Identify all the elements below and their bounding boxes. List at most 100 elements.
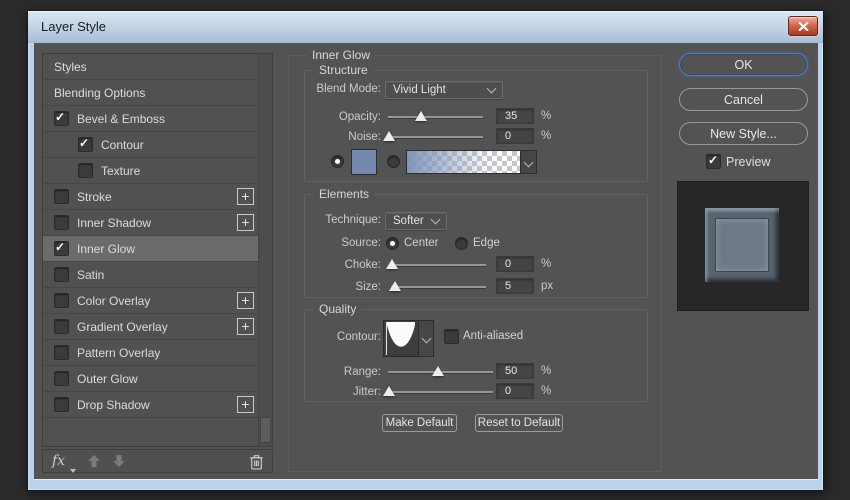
contour-label: Contour: bbox=[305, 331, 381, 343]
add-effect-button[interactable]: + bbox=[237, 214, 254, 231]
blend-mode-select[interactable]: Vivid Light bbox=[385, 81, 503, 99]
opacity-slider[interactable] bbox=[388, 116, 483, 118]
reset-to-default-button[interactable]: Reset to Default bbox=[475, 414, 563, 432]
source-center-radio[interactable] bbox=[386, 237, 399, 250]
sidebar-item-color-overlay[interactable]: Color Overlay + bbox=[43, 288, 259, 314]
add-effect-button[interactable]: + bbox=[237, 396, 254, 413]
add-effect-button[interactable]: + bbox=[237, 292, 254, 309]
effect-checkbox[interactable] bbox=[54, 189, 69, 204]
noise-input[interactable] bbox=[496, 128, 534, 144]
ok-button[interactable]: OK bbox=[679, 53, 808, 76]
make-default-button[interactable]: Make Default bbox=[382, 414, 457, 432]
sidebar-item-label: Styles bbox=[54, 60, 87, 74]
jitter-slider-thumb[interactable] bbox=[383, 386, 395, 396]
sidebar-item-inner-glow[interactable]: Inner Glow bbox=[43, 236, 259, 262]
opacity-input[interactable] bbox=[496, 108, 534, 124]
trash-icon bbox=[249, 453, 264, 470]
source-edge-radio[interactable] bbox=[455, 237, 468, 250]
sidebar-item-blending-options[interactable]: Blending Options bbox=[43, 80, 259, 106]
fx-menu-button[interactable]: fx bbox=[52, 452, 74, 470]
new-style-label: New Style... bbox=[710, 127, 777, 141]
elements-group: Elements Technique: Softer Source: Cente… bbox=[304, 194, 648, 298]
sidebar-item-satin[interactable]: Satin bbox=[43, 262, 259, 288]
sidebar-item-pattern-overlay[interactable]: Pattern Overlay bbox=[43, 340, 259, 366]
gradient-picker-arrow[interactable] bbox=[520, 150, 537, 174]
size-slider-thumb[interactable] bbox=[389, 281, 401, 291]
noise-slider-thumb[interactable] bbox=[383, 131, 395, 141]
fx-icon: fx bbox=[52, 453, 65, 469]
title-bar[interactable]: Layer Style bbox=[28, 11, 823, 43]
size-unit: px bbox=[541, 280, 553, 292]
jitter-input[interactable] bbox=[496, 383, 534, 399]
choke-slider[interactable] bbox=[391, 264, 486, 266]
sidebar-item-gradient-overlay[interactable]: Gradient Overlay + bbox=[43, 314, 259, 340]
fx-menu-arrow-icon bbox=[70, 469, 76, 473]
effect-checkbox[interactable] bbox=[54, 371, 69, 386]
glow-color-swatch[interactable] bbox=[351, 149, 377, 175]
technique-select[interactable]: Softer bbox=[385, 212, 447, 230]
quality-group: Quality Contour: Anti-aliased Range: bbox=[304, 309, 648, 402]
glow-gradient-picker[interactable] bbox=[406, 150, 522, 174]
scrollbar-thumb[interactable] bbox=[260, 417, 271, 443]
effect-checkbox[interactable] bbox=[78, 137, 93, 152]
choke-label: Choke: bbox=[305, 259, 381, 271]
solid-color-radio[interactable] bbox=[331, 155, 344, 168]
contour-curve-icon bbox=[384, 321, 418, 356]
sidebar-item-label: Gradient Overlay bbox=[77, 320, 168, 334]
inner-glow-panel: Inner Glow Structure Blend Mode: Vivid L… bbox=[288, 55, 662, 472]
choke-input[interactable] bbox=[496, 256, 534, 272]
contour-picker[interactable] bbox=[383, 320, 419, 357]
antialiased-label: Anti-aliased bbox=[463, 330, 523, 342]
move-effect-down-button[interactable] bbox=[112, 454, 126, 473]
effect-checkbox[interactable] bbox=[54, 345, 69, 360]
add-effect-button[interactable]: + bbox=[237, 188, 254, 205]
opacity-label: Opacity: bbox=[305, 111, 381, 123]
cancel-button[interactable]: Cancel bbox=[679, 88, 808, 111]
sidebar-item-label: Texture bbox=[101, 164, 140, 178]
sidebar-item-label: Color Overlay bbox=[77, 294, 150, 308]
sidebar-item-contour[interactable]: Contour bbox=[43, 132, 259, 158]
sidebar-item-styles[interactable]: Styles bbox=[43, 54, 259, 80]
size-slider[interactable] bbox=[391, 286, 486, 288]
new-style-button[interactable]: New Style... bbox=[679, 122, 808, 145]
delete-effect-button[interactable] bbox=[249, 453, 264, 475]
sidebar-item-stroke[interactable]: Stroke + bbox=[43, 184, 259, 210]
sidebar-item-label: Stroke bbox=[77, 190, 112, 204]
sidebar-item-bevel-emboss[interactable]: Bevel & Emboss bbox=[43, 106, 259, 132]
effect-checkbox[interactable] bbox=[54, 111, 69, 126]
contour-picker-arrow[interactable] bbox=[418, 320, 434, 357]
sidebar-item-texture[interactable]: Texture bbox=[43, 158, 259, 184]
opacity-slider-thumb[interactable] bbox=[415, 111, 427, 121]
range-slider-thumb[interactable] bbox=[432, 366, 444, 376]
add-effect-button[interactable]: + bbox=[237, 318, 254, 335]
sidebar-item-drop-shadow[interactable]: Drop Shadow+ bbox=[43, 392, 259, 418]
close-button[interactable] bbox=[788, 16, 818, 36]
range-input[interactable] bbox=[496, 363, 534, 379]
antialiased-checkbox[interactable] bbox=[444, 329, 459, 344]
move-effect-up-button[interactable] bbox=[87, 454, 101, 473]
jitter-slider[interactable] bbox=[388, 391, 493, 393]
choke-slider-thumb[interactable] bbox=[386, 259, 398, 269]
source-label: Source: bbox=[305, 237, 381, 249]
opacity-unit: % bbox=[541, 110, 551, 122]
sidebar-item-label: Pattern Overlay bbox=[77, 346, 160, 360]
effect-checkbox[interactable] bbox=[54, 241, 69, 256]
size-input[interactable] bbox=[496, 278, 534, 294]
chevron-down-icon bbox=[431, 215, 441, 225]
preview-checkbox[interactable] bbox=[706, 154, 721, 169]
range-slider[interactable] bbox=[388, 371, 493, 373]
gradient-radio[interactable] bbox=[387, 155, 400, 168]
effect-checkbox[interactable] bbox=[54, 267, 69, 282]
noise-slider[interactable] bbox=[388, 136, 483, 138]
effect-checkbox[interactable] bbox=[54, 319, 69, 334]
sidebar-item-outer-glow[interactable]: Outer Glow bbox=[43, 366, 259, 392]
effect-checkbox[interactable] bbox=[54, 215, 69, 230]
effect-checkbox[interactable] bbox=[54, 397, 69, 412]
dialog-title: Layer Style bbox=[41, 19, 106, 34]
effects-list-footer: fx bbox=[42, 449, 273, 473]
scrollbar[interactable] bbox=[258, 54, 272, 446]
screen: Layer Style Styles Blending OptionsBevel … bbox=[0, 0, 850, 500]
sidebar-item-inner-shadow[interactable]: Inner Shadow+ bbox=[43, 210, 259, 236]
effect-checkbox[interactable] bbox=[54, 293, 69, 308]
effect-checkbox[interactable] bbox=[78, 163, 93, 178]
